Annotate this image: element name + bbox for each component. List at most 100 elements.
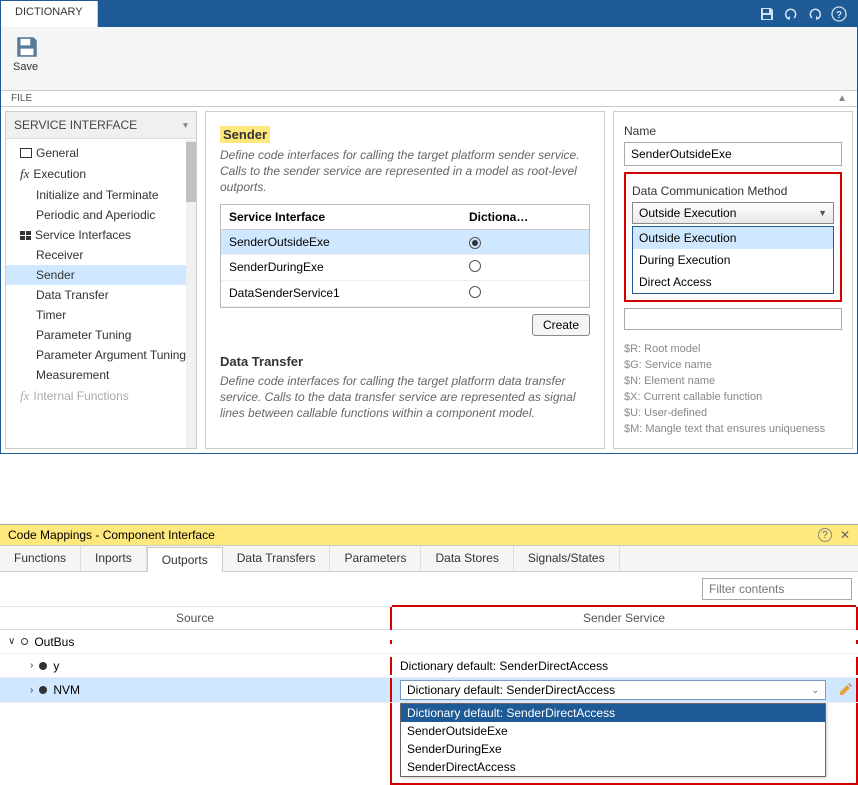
service-row[interactable]: SenderDuringExe (221, 255, 589, 281)
panel-menu-icon[interactable]: ▴ (183, 120, 188, 131)
method-combo[interactable]: Outside Execution ▼ (632, 202, 834, 224)
tab-outports[interactable]: Outports (147, 547, 223, 572)
grid-row[interactable]: › y Dictionary default: SenderDirectAccess (0, 654, 858, 678)
save-icon[interactable] (759, 6, 775, 22)
sidebar-item-parameter-tuning[interactable]: Parameter Tuning (6, 325, 196, 345)
sidebar-item-label: Receiver (36, 248, 83, 262)
method-option[interactable]: Outside Execution (633, 227, 833, 249)
legend-line: $U: User-defined (624, 406, 842, 422)
sidebar-item-initialize-and-terminate[interactable]: Initialize and Terminate (6, 185, 196, 205)
ribbon: Save (1, 27, 857, 91)
expand-icon[interactable]: › (30, 685, 33, 696)
sidebar-item-periodic-and-aperiodic[interactable]: Periodic and Aperiodic (6, 205, 196, 225)
chevron-down-icon: ⌄ (811, 685, 819, 696)
col-source: Source (0, 607, 390, 629)
fx-icon: fx (20, 388, 29, 404)
tab-inports[interactable]: Inports (81, 546, 147, 571)
create-button[interactable]: Create (532, 314, 590, 336)
col-dictionary: Dictiona… (461, 205, 589, 229)
data-transfer-title: Data Transfer (220, 354, 590, 369)
scrollbar[interactable] (186, 140, 196, 448)
dictionary-window: DICTIONARY ? Save FILE ▲ S (0, 0, 858, 454)
name-func-field[interactable] (624, 308, 842, 330)
grid-row[interactable]: › NVM Dictionary default: SenderDirectAcce… (0, 678, 858, 703)
method-dropdown-list: Outside ExecutionDuring ExecutionDirect … (632, 226, 834, 294)
sidebar-item-label: Measurement (36, 368, 109, 382)
sidebar-item-label: Parameter Argument Tuning (36, 348, 186, 362)
sender-dropdown-list: Dictionary default: SenderDirectAccessSe… (400, 703, 826, 777)
service-name: SenderDuringExe (221, 255, 461, 279)
grid-icon (20, 231, 31, 240)
port-icon (21, 638, 28, 645)
tab-dictionary[interactable]: DICTIONARY (1, 1, 98, 27)
sidebar-item-internal-functions[interactable]: fx Internal Functions (6, 385, 196, 407)
sidebar-item-measurement[interactable]: Measurement (6, 365, 196, 385)
row-label: NVM (53, 683, 80, 697)
sidebar-item-sender[interactable]: Sender (6, 265, 196, 285)
sidebar-item-label: General (36, 146, 79, 160)
panel-title: SERVICE INTERFACE (14, 118, 137, 132)
filter-input[interactable] (702, 578, 852, 600)
sidebar-item-label: Sender (36, 268, 75, 282)
row-label: OutBus (34, 635, 74, 649)
expand-icon[interactable]: ∨ (8, 636, 15, 647)
tab-data-transfers[interactable]: Data Transfers (223, 546, 331, 571)
name-field[interactable] (624, 142, 842, 166)
sidebar-item-label: Execution (33, 167, 86, 181)
sidebar-item-timer[interactable]: Timer (6, 305, 196, 325)
service-table: Service Interface Dictiona… SenderOutsid… (220, 204, 590, 308)
tab-functions[interactable]: Functions (0, 546, 81, 571)
radio-button[interactable] (469, 286, 481, 298)
sender-option[interactable]: Dictionary default: SenderDirectAccess (401, 704, 825, 722)
method-option[interactable]: Direct Access (633, 271, 833, 293)
properties-panel: Name Data Communication Method Outside E… (613, 111, 853, 449)
help-icon[interactable]: ? (818, 528, 832, 542)
sidebar-item-parameter-argument-tuning[interactable]: Parameter Argument Tuning (6, 345, 196, 365)
sender-option[interactable]: SenderDuringExe (401, 740, 825, 758)
method-label: Data Communication Method (632, 180, 834, 202)
sidebar-item-label: Service Interfaces (35, 228, 131, 242)
data-transfer-desc: Define code interfaces for calling the t… (220, 373, 590, 422)
grid-row[interactable]: ∨ OutBus (0, 630, 858, 654)
sidebar-item-label: Timer (36, 308, 66, 322)
service-row[interactable]: SenderOutsideExe (221, 230, 589, 255)
sidebar-item-data-transfer[interactable]: Data Transfer (6, 285, 196, 305)
service-row[interactable]: DataSenderService1 (221, 281, 589, 307)
fx-icon: fx (20, 166, 29, 182)
service-name: DataSenderService1 (221, 281, 461, 305)
undo-icon[interactable] (783, 6, 799, 22)
radio-button[interactable] (469, 260, 481, 272)
general-icon (20, 148, 32, 158)
code-mappings-window: Code Mappings - Component Interface ? ✕ … (0, 524, 858, 785)
sender-option[interactable]: SenderOutsideExe (401, 722, 825, 740)
save-button[interactable] (13, 33, 41, 61)
sender-combo[interactable]: Dictionary default: SenderDirectAccess⌄ (400, 680, 826, 700)
sender-title: Sender (220, 126, 270, 143)
radio-button[interactable] (469, 237, 481, 249)
tab-signals-states[interactable]: Signals/States (514, 546, 620, 571)
method-option[interactable]: During Execution (633, 249, 833, 271)
editor-panel: Sender Define code interfaces for callin… (205, 111, 605, 449)
naming-legend: $R: Root model$G: Service name$N: Elemen… (624, 342, 842, 438)
edit-icon[interactable] (838, 681, 854, 697)
sidebar-item-label: Periodic and Aperiodic (36, 208, 155, 222)
sidebar-item-service-interfaces[interactable]: Service Interfaces (6, 225, 196, 245)
port-icon (39, 662, 47, 670)
sidebar-item-receiver[interactable]: Receiver (6, 245, 196, 265)
close-icon[interactable]: ✕ (840, 528, 850, 542)
file-section-label: FILE (11, 93, 32, 104)
sidebar-item-label: Internal Functions (33, 389, 128, 403)
tab-data-stores[interactable]: Data Stores (421, 546, 513, 571)
collapse-ribbon-icon[interactable]: ▲ (837, 93, 847, 104)
help-icon[interactable]: ? (831, 6, 847, 22)
sidebar-item-execution[interactable]: fx Execution (6, 163, 196, 185)
row-label: y (53, 659, 59, 673)
name-label: Name (624, 120, 842, 142)
sidebar-item-general[interactable]: General (6, 143, 196, 163)
titlebar: DICTIONARY ? (1, 1, 857, 27)
expand-icon[interactable]: › (30, 660, 33, 671)
redo-icon[interactable] (807, 6, 823, 22)
sender-text: Dictionary default: SenderDirectAccess (400, 659, 608, 673)
sender-option[interactable]: SenderDirectAccess (401, 758, 825, 776)
tab-parameters[interactable]: Parameters (330, 546, 421, 571)
